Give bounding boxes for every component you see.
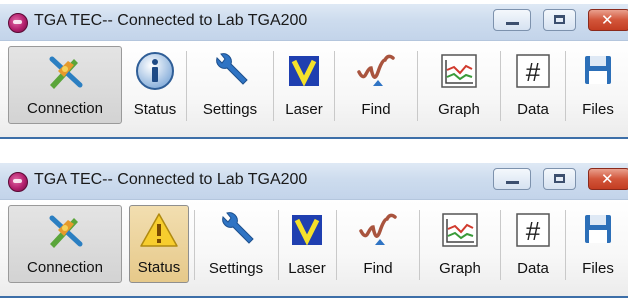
files-button[interactable]: Files xyxy=(569,205,627,283)
find-label: Find xyxy=(363,260,393,277)
close-button[interactable] xyxy=(588,9,628,31)
status-label: Status xyxy=(137,259,181,276)
find-button[interactable]: Find xyxy=(338,46,414,124)
svg-text:#: # xyxy=(526,216,541,246)
laser-button[interactable]: Laser xyxy=(277,46,331,124)
toolbar-divider xyxy=(278,210,279,280)
toolbar-divider xyxy=(417,51,418,121)
floppy-disk-icon xyxy=(585,56,611,84)
toolbar-divider xyxy=(273,51,274,121)
toolbar-divider xyxy=(500,210,501,280)
status-button[interactable]: Status xyxy=(127,46,183,124)
data-button[interactable]: # Data xyxy=(504,205,562,283)
connection-icon xyxy=(49,215,83,248)
toolbar-divider xyxy=(565,210,566,280)
app-window-1: TGA TEC-- Connected to Lab TGA200 Connec… xyxy=(0,4,628,139)
toolbar-divider xyxy=(419,210,420,280)
find-button[interactable]: Find xyxy=(340,205,416,283)
title-bar[interactable]: TGA TEC-- Connected to Lab TGA200 xyxy=(0,163,628,200)
status-button[interactable]: Status xyxy=(129,205,189,283)
minimize-button[interactable] xyxy=(493,168,531,190)
settings-button[interactable]: Settings xyxy=(197,205,275,283)
maximize-button[interactable] xyxy=(543,9,576,31)
main-toolbar: Connection Status Settings Laser Find Gr… xyxy=(0,200,628,296)
data-button[interactable]: # Data xyxy=(504,46,562,124)
connection-button[interactable]: Connection xyxy=(8,205,122,283)
window-title: TGA TEC-- Connected to Lab TGA200 xyxy=(34,171,308,188)
data-label: Data xyxy=(517,260,549,277)
connection-label: Connection xyxy=(27,259,103,276)
files-label: Files xyxy=(582,101,614,118)
toolbar-divider xyxy=(186,51,187,121)
find-label: Find xyxy=(361,101,391,118)
laser-icon xyxy=(292,215,322,246)
files-label: Files xyxy=(582,260,614,277)
app-window-2: TGA TEC-- Connected to Lab TGA200 Connec… xyxy=(0,163,628,298)
find-peak-icon xyxy=(359,213,397,245)
find-peak-icon xyxy=(357,54,395,86)
laser-label: Laser xyxy=(288,260,326,277)
toolbar-divider xyxy=(336,210,337,280)
graph-button[interactable]: Graph xyxy=(421,46,497,124)
laser-icon xyxy=(289,56,319,87)
warning-icon xyxy=(140,213,178,247)
graph-label: Graph xyxy=(438,101,480,118)
laser-button[interactable]: Laser xyxy=(281,205,333,283)
main-toolbar: Connection Status Settings Laser Find Gr… xyxy=(0,41,628,137)
laser-label: Laser xyxy=(285,101,323,118)
toolbar-divider xyxy=(565,51,566,121)
title-bar[interactable]: TGA TEC-- Connected to Lab TGA200 xyxy=(0,4,628,41)
data-label: Data xyxy=(517,101,549,118)
window-title: TGA TEC-- Connected to Lab TGA200 xyxy=(34,12,308,29)
files-button[interactable]: Files xyxy=(569,46,627,124)
status-label: Status xyxy=(133,101,177,118)
data-hash-icon: # xyxy=(516,54,550,88)
graph-icon xyxy=(441,54,477,88)
app-logo-icon[interactable] xyxy=(8,172,28,192)
info-icon xyxy=(136,52,174,90)
wrench-icon xyxy=(216,53,248,85)
graph-button[interactable]: Graph xyxy=(423,205,497,283)
app-logo-icon[interactable] xyxy=(8,13,28,33)
data-hash-icon: # xyxy=(516,213,550,247)
settings-button[interactable]: Settings xyxy=(190,46,270,124)
toolbar-divider xyxy=(500,51,501,121)
connection-icon xyxy=(49,56,83,89)
wrench-icon xyxy=(222,212,254,244)
connection-label: Connection xyxy=(27,100,103,117)
maximize-button[interactable] xyxy=(543,168,576,190)
close-button[interactable] xyxy=(588,168,628,190)
minimize-button[interactable] xyxy=(493,9,531,31)
settings-label: Settings xyxy=(202,101,258,118)
floppy-disk-icon xyxy=(585,215,611,243)
connection-button[interactable]: Connection xyxy=(8,46,122,124)
toolbar-divider xyxy=(194,210,195,280)
toolbar-divider xyxy=(334,51,335,121)
graph-icon xyxy=(442,213,478,247)
graph-label: Graph xyxy=(439,260,481,277)
settings-label: Settings xyxy=(208,260,264,277)
svg-text:#: # xyxy=(526,57,541,87)
